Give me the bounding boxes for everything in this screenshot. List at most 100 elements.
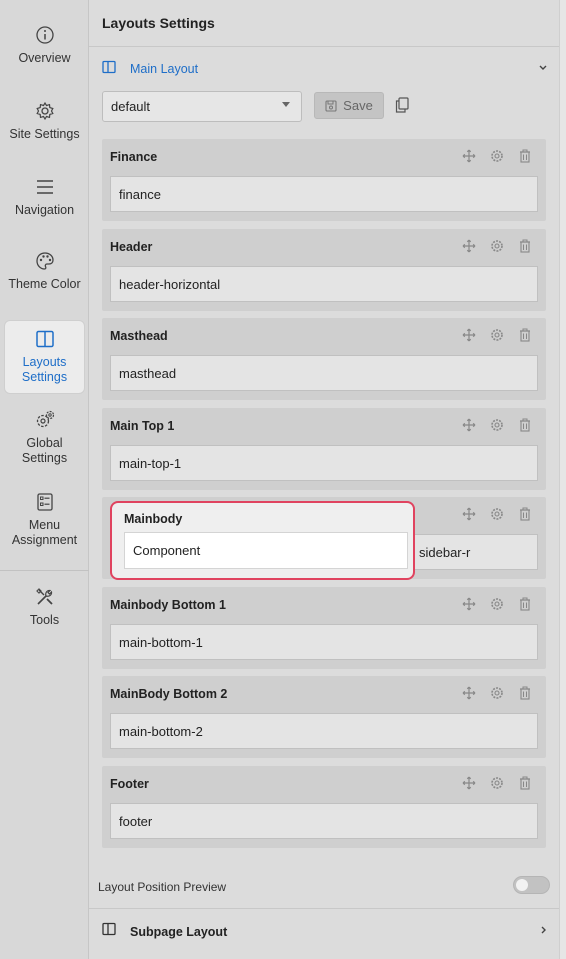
main-layout-title: Main Layout <box>130 62 199 76</box>
row-tools <box>462 597 532 611</box>
trash-icon[interactable] <box>518 418 532 432</box>
position-field[interactable]: header-horizontal <box>110 266 538 302</box>
sidebar-item-label: Menu Assignment <box>11 518 78 547</box>
caret-down-icon <box>282 102 290 107</box>
mainbody-highlight-card: Mainbody Component <box>110 501 415 580</box>
gear-icon[interactable] <box>490 149 504 163</box>
trash-icon[interactable] <box>518 597 532 611</box>
gear-icon[interactable] <box>490 686 504 700</box>
row-tools <box>462 507 532 521</box>
trash-icon[interactable] <box>518 239 532 253</box>
move-icon[interactable] <box>462 328 476 342</box>
menu-icon <box>36 179 53 194</box>
trash-icon[interactable] <box>518 149 532 163</box>
move-icon[interactable] <box>462 418 476 432</box>
row-title: Mainbody <box>124 512 183 526</box>
sidebar-item-label: Global Settings <box>21 436 68 465</box>
layout-row-main-top-1: Main Top 1 main-top-1 <box>102 408 546 490</box>
gear-icon[interactable] <box>490 507 504 521</box>
layout-icon <box>102 60 116 74</box>
sidebar-divider <box>0 570 89 571</box>
move-icon[interactable] <box>462 239 476 253</box>
subpage-layout-accordion-header[interactable]: Subpage Layout <box>89 909 559 955</box>
layout-row-mainbody-bottom-1: Mainbody Bottom 1 main-bottom-1 <box>102 587 546 669</box>
layout-row-finance: Finance finance <box>102 139 546 221</box>
row-title: MainBody Bottom 2 <box>110 687 228 701</box>
layout-select-value: default <box>111 99 151 114</box>
sidebar-item-layouts-settings[interactable]: Layouts Settings <box>4 320 85 394</box>
sidebar-item-tools[interactable]: Tools <box>4 580 85 634</box>
position-field[interactable]: finance <box>110 176 538 212</box>
layout-position-preview-toggle[interactable] <box>513 876 550 894</box>
row-tools <box>462 328 532 342</box>
layout-row-footer: Footer footer <box>102 766 546 848</box>
list-icon <box>36 493 53 511</box>
sidebar-position-field[interactable]: sidebar-r <box>415 534 538 570</box>
scrollbar[interactable] <box>559 0 566 959</box>
move-icon[interactable] <box>462 149 476 163</box>
palette-icon <box>35 251 54 270</box>
subpage-layout-title: Subpage Layout <box>130 925 228 939</box>
sidebar-item-global-settings[interactable]: Global Settings <box>4 405 85 471</box>
trash-icon[interactable] <box>518 686 532 700</box>
gear-icon[interactable] <box>490 239 504 253</box>
info-icon <box>35 25 54 44</box>
layout-icon <box>35 330 54 348</box>
row-title: Finance <box>110 150 158 164</box>
gear-icon[interactable] <box>490 776 504 790</box>
row-tools <box>462 686 532 700</box>
layout-row-masthead: Masthead masthead <box>102 318 546 400</box>
chevron-right-icon <box>541 926 546 934</box>
gear-icon[interactable] <box>490 597 504 611</box>
position-field[interactable]: footer <box>110 803 538 839</box>
row-title: Mainbody Bottom 1 <box>110 598 226 612</box>
component-field[interactable]: Component <box>124 532 408 569</box>
sidebar-item-label: Theme Color <box>8 276 81 291</box>
sidebar-item-label: Layouts Settings <box>21 355 68 384</box>
save-button-label: Save <box>343 98 373 113</box>
trash-icon[interactable] <box>518 507 532 521</box>
save-icon <box>325 99 337 112</box>
sidebar-item-menu-assignment[interactable]: Menu Assignment <box>4 487 85 553</box>
move-icon[interactable] <box>462 686 476 700</box>
main-layout-accordion-header[interactable]: Main Layout <box>89 47 559 87</box>
row-tools <box>462 776 532 790</box>
position-field[interactable]: main-bottom-2 <box>110 713 538 749</box>
row-title: Header <box>110 240 153 254</box>
move-icon[interactable] <box>462 776 476 790</box>
position-field[interactable]: main-bottom-1 <box>110 624 538 660</box>
sidebar-item-navigation[interactable]: Navigation <box>4 170 85 224</box>
position-field[interactable]: main-top-1 <box>110 445 538 481</box>
layout-position-preview-label: Layout Position Preview <box>98 880 227 894</box>
sidebar-item-overview[interactable]: Overview <box>4 18 85 72</box>
gear-icon[interactable] <box>490 328 504 342</box>
move-icon[interactable] <box>462 597 476 611</box>
copy-icon[interactable] <box>395 97 409 113</box>
row-title: Main Top 1 <box>110 419 175 433</box>
layout-select[interactable]: default <box>102 91 302 122</box>
layout-row-header: Header header-horizontal <box>102 229 546 311</box>
tools-icon <box>35 587 53 605</box>
row-tools <box>462 418 532 432</box>
gear-icon[interactable] <box>490 418 504 432</box>
sidebar-item-label: Site Settings <box>9 126 80 141</box>
move-icon[interactable] <box>462 507 476 521</box>
chevron-down-icon <box>539 65 547 70</box>
save-button[interactable]: Save <box>314 92 384 119</box>
sidebar-item-site-settings[interactable]: Site Settings <box>4 88 85 154</box>
layout-icon <box>102 922 116 936</box>
trash-icon[interactable] <box>518 776 532 790</box>
trash-icon[interactable] <box>518 328 532 342</box>
sidebar-item-theme-color[interactable]: Theme Color <box>4 238 85 304</box>
gears-icon <box>36 410 54 428</box>
position-field[interactable]: masthead <box>110 355 538 391</box>
layouts-settings-panel: Layouts Settings Main Layout default Sav… <box>89 0 559 959</box>
row-tools <box>462 239 532 253</box>
sidebar-item-label: Tools <box>29 612 60 627</box>
sidebar-item-label: Overview <box>18 50 71 65</box>
gear-icon <box>35 101 54 120</box>
sidebar: Overview Site Settings Navigation Theme … <box>0 0 89 959</box>
toggle-knob <box>516 879 528 891</box>
panel-title: Layouts Settings <box>102 15 215 31</box>
row-title: Masthead <box>110 329 168 343</box>
